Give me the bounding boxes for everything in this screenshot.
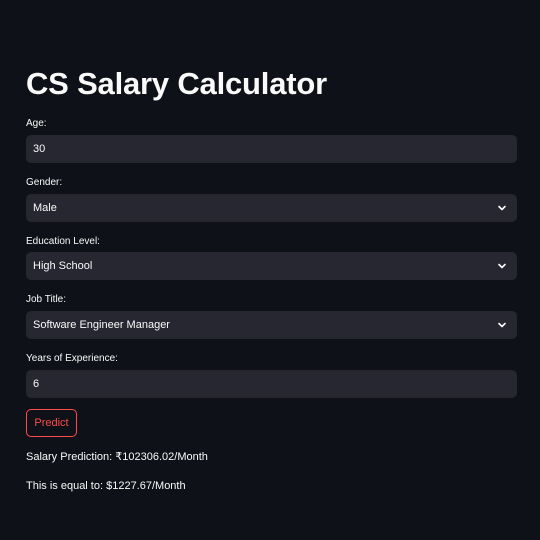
- education-label: Education Level:: [26, 236, 100, 247]
- experience-input[interactable]: 6: [26, 370, 517, 398]
- app-root: CS Salary Calculator Age: 30 Gender: Mal…: [0, 0, 540, 540]
- job-title-label: Job Title:: [26, 294, 67, 305]
- job-title-value: Software Engineer Manager: [33, 319, 170, 331]
- job-title-select[interactable]: Software Engineer Manager: [26, 311, 517, 339]
- chevron-down-icon[interactable]: [497, 203, 507, 213]
- gender-label: Gender:: [26, 177, 63, 188]
- gender-select[interactable]: Male: [26, 194, 517, 222]
- age-value: 30: [33, 143, 46, 155]
- salary-prediction-text: Salary Prediction: ₹102306.02/Month: [26, 451, 208, 463]
- chevron-down-icon[interactable]: [497, 261, 507, 271]
- age-label: Age:: [26, 118, 47, 129]
- education-select[interactable]: High School: [26, 252, 517, 280]
- gender-value: Male: [33, 202, 57, 214]
- experience-value: 6: [33, 378, 40, 390]
- experience-label: Years of Experience:: [26, 353, 118, 364]
- age-input[interactable]: 30: [26, 135, 517, 163]
- education-value: High School: [33, 260, 93, 272]
- chevron-down-icon[interactable]: [497, 320, 507, 330]
- usd-conversion-text: This is equal to: $1227.67/Month: [26, 480, 186, 492]
- page-title: CS Salary Calculator: [26, 66, 327, 101]
- predict-button[interactable]: Predict: [26, 409, 77, 437]
